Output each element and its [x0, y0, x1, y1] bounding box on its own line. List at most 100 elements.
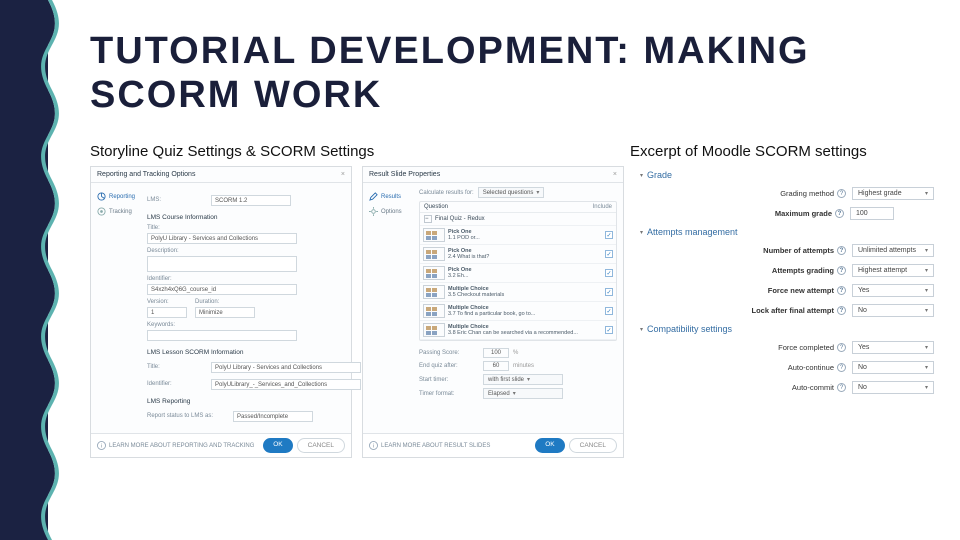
include-checkbox[interactable]: ✓: [605, 231, 613, 239]
sidebar-item-options[interactable]: Options: [367, 204, 409, 219]
reporting-tracking-dialog: Reporting and Tracking Options × Reporti…: [90, 166, 352, 458]
include-checkbox[interactable]: ✓: [605, 307, 613, 315]
end-after-input[interactable]: 60: [483, 361, 509, 371]
question-row[interactable]: Multiple Choice3.7 To find a particular …: [420, 302, 616, 321]
passing-score-input[interactable]: 100: [483, 348, 509, 358]
start-timer-select[interactable]: with first slide▾: [483, 374, 563, 385]
lms-label: LMS:: [147, 197, 205, 203]
close-button[interactable]: ×: [613, 171, 617, 178]
dialog-title: Result Slide Properties: [369, 171, 440, 178]
passing-score-label: Passing Score:: [419, 350, 479, 356]
question-row[interactable]: Multiple Choice3.5 Checkout materials ✓: [420, 283, 616, 302]
calc-label: Calculate results for:: [419, 190, 474, 196]
duration-label: Duration:: [195, 299, 255, 305]
sidebar-label: Results: [381, 194, 401, 200]
include-checkbox[interactable]: ✓: [605, 269, 613, 277]
help-icon[interactable]: ?: [837, 266, 846, 275]
title-input[interactable]: PolyU Library - Services and Collections: [147, 233, 297, 244]
help-icon[interactable]: ?: [835, 209, 844, 218]
slide-thumbnail: [423, 285, 445, 299]
help-icon[interactable]: ?: [837, 343, 846, 352]
sidebar-item-tracking[interactable]: Tracking: [95, 204, 137, 219]
sidebar-label: Options: [381, 209, 402, 215]
keywords-input[interactable]: [147, 330, 297, 341]
attempts-grading-select[interactable]: Highest attempt▾: [852, 264, 934, 277]
svg-text:i: i: [373, 444, 374, 450]
question-row[interactable]: Pick One2.4 What is that? ✓: [420, 245, 616, 264]
auto-commit-select[interactable]: No▾: [852, 381, 934, 394]
question-row[interactable]: Pick One3.2 Eh... ✓: [420, 264, 616, 283]
slide-thumbnail: [423, 247, 445, 261]
lesson-id-input[interactable]: PolyULibrary_-_Services_and_Collections: [211, 379, 361, 390]
auto-commit-label: Auto-commit?: [726, 383, 846, 392]
section-grade[interactable]: ▾Grade: [640, 170, 934, 180]
slide-thumbnail: [423, 266, 445, 280]
sidebar-item-reporting[interactable]: Reporting: [95, 189, 137, 204]
final-quiz-label: Final Quiz - Redux: [435, 216, 485, 222]
lesson-info-section: LMS Lesson SCORM Information: [147, 349, 361, 356]
auto-continue-select[interactable]: No▾: [852, 361, 934, 374]
timer-format-select[interactable]: Elapsed▾: [483, 388, 563, 399]
question-row[interactable]: Multiple Choice3.8 Eric Chan can be sear…: [420, 321, 616, 340]
help-icon[interactable]: ?: [837, 363, 846, 372]
lock-after-final-label: Lock after final attempt?: [726, 306, 846, 315]
identifier-label: Identifier:: [147, 276, 361, 282]
close-button[interactable]: ×: [341, 171, 345, 178]
help-icon[interactable]: ?: [837, 189, 846, 198]
num-attempts-label: Number of attempts?: [726, 246, 846, 255]
help-icon[interactable]: ?: [837, 383, 846, 392]
learn-more-link[interactable]: LEARN MORE ABOUT RESULT SLIDES: [381, 443, 490, 449]
percent-unit: %: [513, 350, 518, 356]
lms-select[interactable]: SCORM 1.2: [211, 195, 291, 206]
question-row[interactable]: Pick One1.1 POD or... ✓: [420, 226, 616, 245]
identifier-input[interactable]: S4xzh4xQ6G_course_id: [147, 284, 297, 295]
title-label: Title:: [147, 225, 361, 231]
section-attempts[interactable]: ▾Attempts management: [640, 227, 934, 237]
learn-more-link[interactable]: LEARN MORE ABOUT REPORTING AND TRACKING: [109, 443, 254, 449]
info-icon: i: [369, 441, 378, 450]
slide-title: TUTORIAL DEVELOPMENT: MAKING SCORM WORK: [90, 30, 940, 117]
cancel-button[interactable]: CANCEL: [569, 438, 617, 453]
version-input[interactable]: 1: [147, 307, 187, 318]
include-checkbox[interactable]: ✓: [605, 250, 613, 258]
calc-select[interactable]: Selected questions▾: [478, 187, 545, 198]
end-after-label: End quiz after:: [419, 363, 479, 369]
force-new-attempt-select[interactable]: Yes▾: [852, 284, 934, 297]
keywords-label: Keywords:: [147, 322, 361, 328]
chevron-down-icon: ▾: [640, 172, 643, 179]
slide-thumbnail: [423, 228, 445, 242]
report-status-label: Report status to LMS as:: [147, 413, 227, 419]
sidebar-item-results[interactable]: Results: [367, 189, 409, 204]
chevron-down-icon: ▾: [640, 229, 643, 236]
version-label: Version:: [147, 299, 187, 305]
report-status-select[interactable]: Passed/Incomplete: [233, 411, 313, 422]
help-icon[interactable]: ?: [837, 306, 846, 315]
lesson-id-label: Identifier:: [147, 381, 205, 387]
description-input[interactable]: [147, 256, 297, 272]
help-icon[interactable]: ?: [837, 246, 846, 255]
svg-text:i: i: [101, 444, 102, 450]
max-grade-input[interactable]: 100: [850, 207, 894, 220]
grading-method-select[interactable]: Highest grade▾: [852, 187, 934, 200]
num-attempts-select[interactable]: Unlimited attempts▾: [852, 244, 934, 257]
slide-thumbnail: [423, 323, 445, 337]
sidebar-label: Tracking: [109, 209, 132, 215]
section-compat[interactable]: ▾Compatibility settings: [640, 324, 934, 334]
lesson-title-input[interactable]: PolyU Library - Services and Collections: [211, 362, 361, 373]
include-checkbox[interactable]: ✓: [605, 326, 613, 334]
expand-toggle[interactable]: −: [424, 215, 432, 223]
include-checkbox[interactable]: ✓: [605, 288, 613, 296]
force-completed-select[interactable]: Yes▾: [852, 341, 934, 354]
minutes-unit: minutes: [513, 363, 534, 369]
help-icon[interactable]: ?: [837, 286, 846, 295]
course-info-section: LMS Course Information: [147, 214, 361, 221]
caption-left: Storyline Quiz Settings & SCORM Settings: [90, 143, 630, 160]
slide-thumbnail: [423, 304, 445, 318]
ok-button[interactable]: OK: [263, 438, 292, 453]
lock-after-final-select[interactable]: No▾: [852, 304, 934, 317]
force-completed-label: Force completed?: [726, 343, 846, 352]
ok-button[interactable]: OK: [535, 438, 564, 453]
duration-select[interactable]: Minimize: [195, 307, 255, 318]
cancel-button[interactable]: CANCEL: [297, 438, 345, 453]
lesson-title-label: Title:: [147, 364, 205, 370]
